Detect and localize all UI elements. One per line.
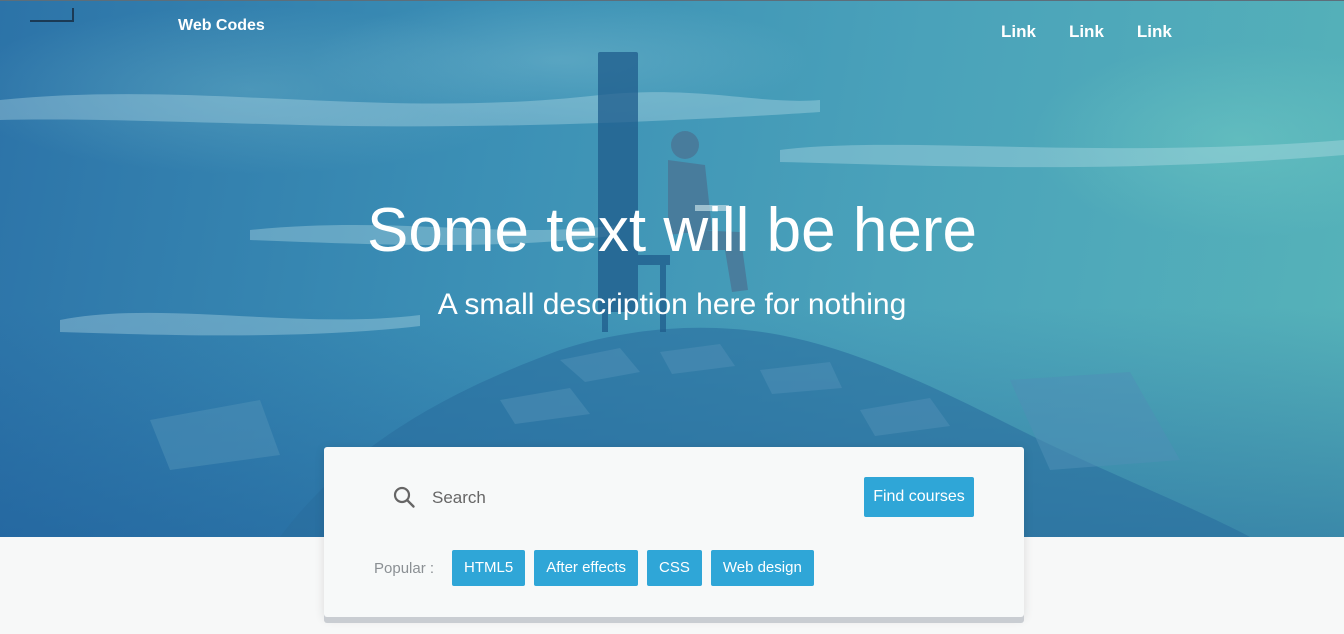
brand-logo-text[interactable]: Web Codes [178, 17, 265, 35]
search-input[interactable] [430, 483, 854, 513]
tag-after-effects[interactable]: After effects [534, 550, 638, 586]
nav-link-3[interactable]: Link [1137, 22, 1172, 42]
nav-link-2[interactable]: Link [1069, 22, 1104, 42]
hero-subtitle: A small description here for nothing [437, 288, 907, 321]
find-courses-button[interactable]: Find courses [864, 477, 974, 517]
corner-frame-mark [30, 8, 74, 22]
search-icon [393, 486, 415, 508]
popular-tags-row: Popular : HTML5 After effects CSS Web de… [374, 550, 823, 586]
tag-web-design[interactable]: Web design [710, 550, 814, 586]
tag-css[interactable]: CSS [647, 550, 702, 586]
course-search-card: Find courses Popular : HTML5 After effec… [324, 447, 1024, 617]
nav-link-1[interactable]: Link [1001, 22, 1036, 42]
popular-label: Popular : [374, 559, 435, 577]
top-nav: Link Link Link [1001, 22, 1172, 42]
hero-title: Some text will be here [367, 196, 977, 265]
tag-html5[interactable]: HTML5 [452, 550, 526, 586]
window-top-border [0, 0, 1344, 1]
